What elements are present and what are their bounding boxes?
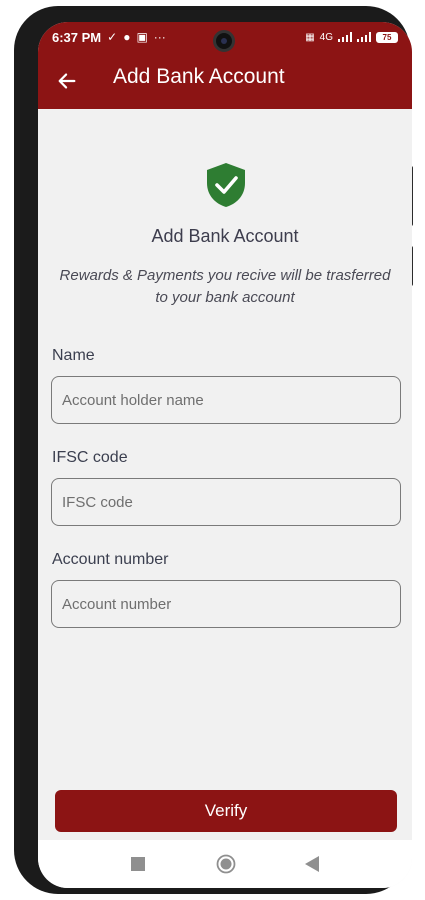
recents-button[interactable] [126, 852, 150, 876]
status-time: 6:37 PM [52, 29, 102, 45]
network-type: 4G [319, 31, 333, 43]
screen: 6:37 PM ✓ ● ▣ ··· ▦ 4G 75 Add Bank Accou… [38, 22, 412, 888]
ifsc-input[interactable] [51, 478, 401, 526]
name-label: Name [52, 347, 95, 364]
page-subtitle: Rewards & Payments you recive will be tr… [38, 265, 412, 309]
signal-icon [338, 32, 352, 42]
account-number-input[interactable] [51, 580, 401, 628]
signal-icon [357, 32, 371, 42]
triangle-back-icon [305, 856, 319, 872]
arrow-left-icon [58, 73, 76, 89]
back-button[interactable] [52, 66, 82, 96]
page-title: Add Bank Account [151, 226, 299, 246]
square-icon [131, 857, 145, 871]
trash-icon: ▣ [136, 30, 148, 44]
ifsc-label: IFSC code [52, 449, 128, 466]
home-button[interactable] [214, 852, 238, 876]
camera-cutout [213, 30, 235, 52]
nav-back-button[interactable] [300, 852, 324, 876]
app-bar: 6:37 PM ✓ ● ▣ ··· ▦ 4G 75 Add Bank Accou… [38, 22, 412, 109]
subtitle-line: to your bank account [155, 289, 295, 306]
account-number-label: Account number [52, 551, 169, 568]
download-icon: ✓ [107, 30, 118, 44]
battery-icon: 75 [376, 31, 398, 43]
subtitle-line: Rewards & Payments you recive will be tr… [59, 267, 391, 284]
shield-check-icon [207, 163, 245, 207]
app-bar-title: Add Bank Account [113, 65, 285, 88]
phone-frame: 6:37 PM ✓ ● ▣ ··· ▦ 4G 75 Add Bank Accou… [14, 6, 413, 894]
name-input[interactable] [51, 376, 401, 424]
volte-icon: ▦ [305, 31, 315, 43]
system-nav-bar [38, 840, 412, 888]
verify-button[interactable]: Verify [55, 790, 397, 832]
more-icon: ··· [153, 30, 166, 44]
circle-icon [216, 854, 236, 874]
whatsapp-icon: ● [123, 30, 131, 44]
